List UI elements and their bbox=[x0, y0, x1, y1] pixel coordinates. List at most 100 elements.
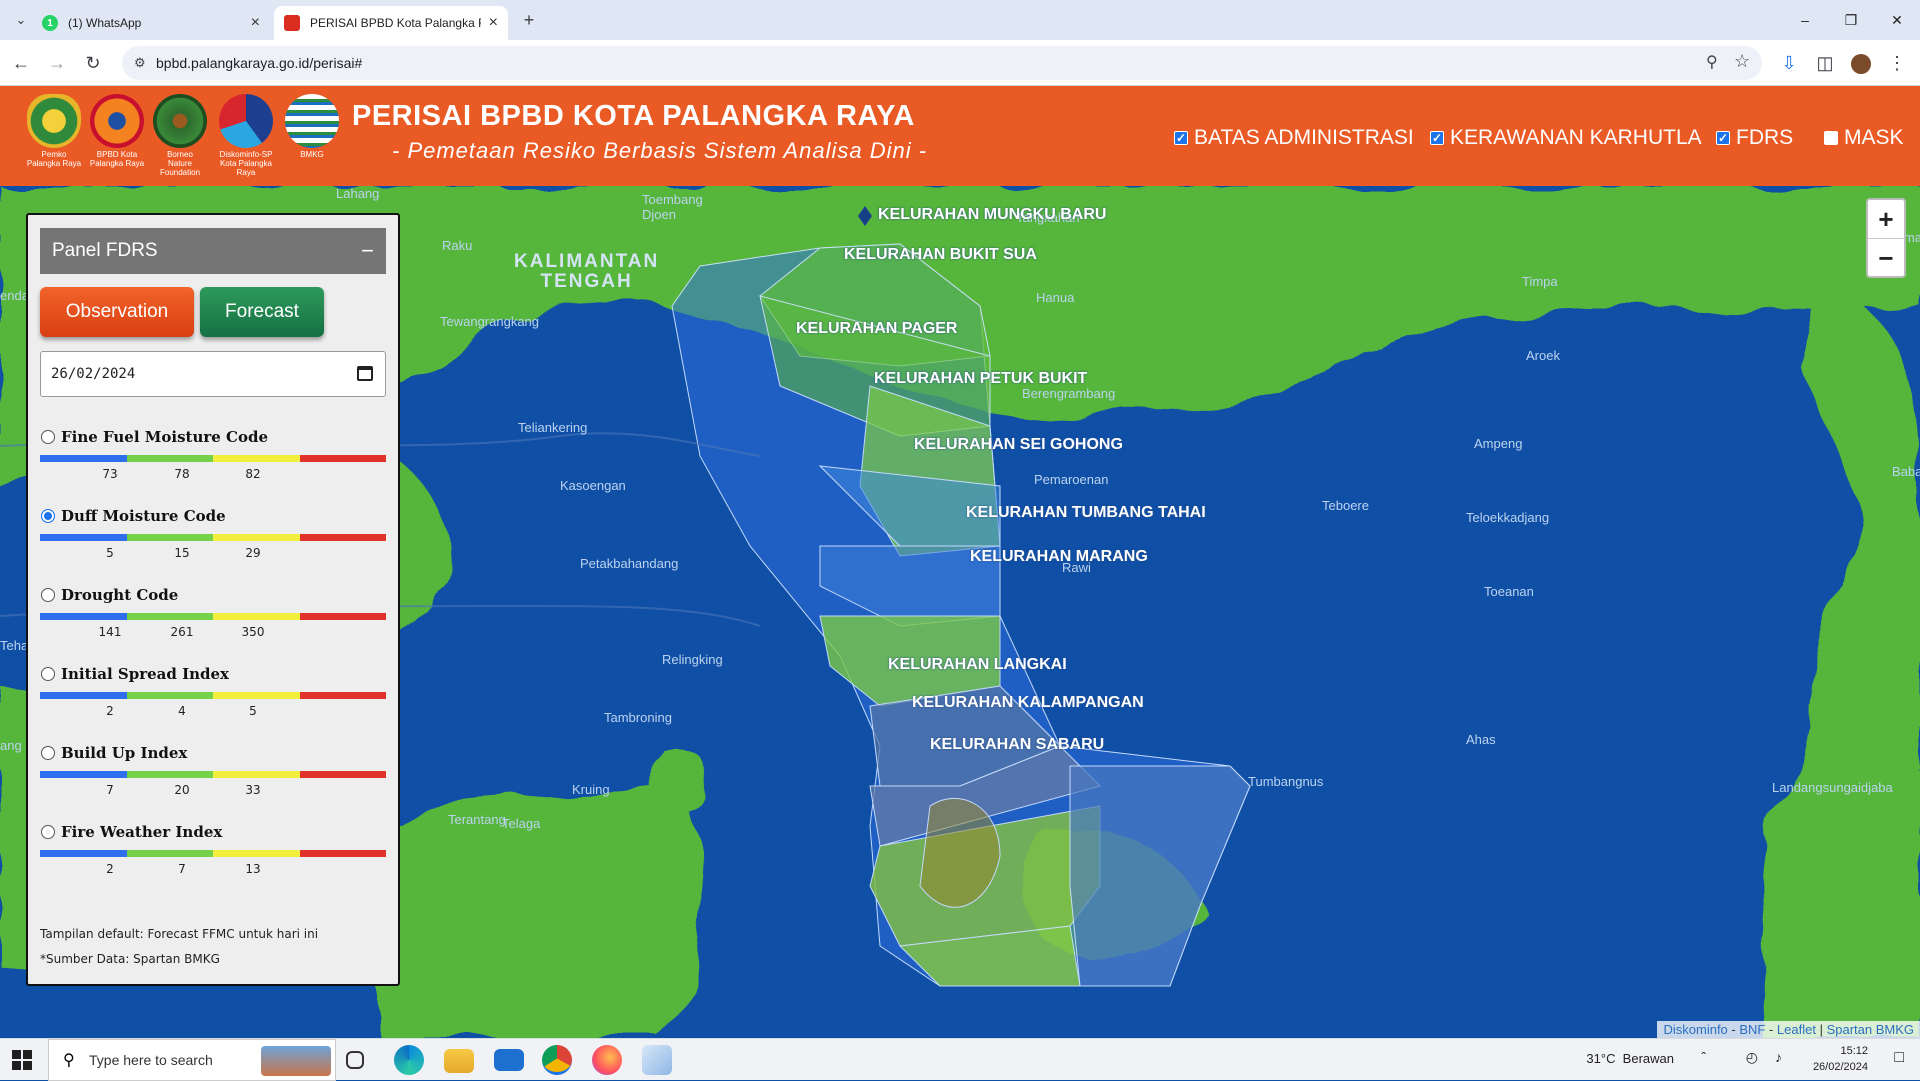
zoom-icon[interactable]: ⚲ bbox=[1706, 52, 1718, 72]
paint-icon[interactable] bbox=[642, 1045, 672, 1075]
kelurahan-label[interactable]: KELURAHAN SABARU bbox=[930, 736, 1104, 754]
back-icon[interactable]: ← bbox=[8, 50, 34, 76]
kelurahan-label[interactable]: KELURAHAN PETUK BUKIT bbox=[874, 370, 1087, 388]
index-row: Duff Moisture Code bbox=[40, 506, 386, 526]
fdrs-index-option[interactable]: Fine Fuel Moisture Code 73 78 82 bbox=[40, 427, 386, 482]
layer-toggle-batas-administrasi[interactable]: BATAS ADMINISTRASI bbox=[1174, 126, 1414, 150]
fdrs-index-option[interactable]: Fire Weather Index 2 7 13 bbox=[40, 822, 386, 877]
fdrs-index-option[interactable]: Drought Code 141 261 350 bbox=[40, 585, 386, 640]
default-view-note: Tampilan default: Forecast FFMC untuk ha… bbox=[40, 927, 319, 941]
index-radio[interactable] bbox=[41, 667, 55, 681]
close-tab-icon[interactable]: × bbox=[251, 14, 260, 32]
firefox-icon[interactable] bbox=[592, 1045, 622, 1075]
zoom-in-button[interactable]: + bbox=[1868, 200, 1904, 238]
date-input[interactable]: 26/02/2024 bbox=[40, 351, 386, 397]
kelurahan-label[interactable]: KELURAHAN TUMBANG TAHAI bbox=[966, 504, 1206, 522]
threshold-label: 7 bbox=[106, 783, 114, 797]
index-radio[interactable] bbox=[41, 430, 55, 444]
checkbox[interactable] bbox=[1174, 131, 1188, 145]
index-radio[interactable] bbox=[41, 588, 55, 602]
place-label: Kruing bbox=[572, 782, 610, 797]
reload-icon[interactable]: ↻ bbox=[80, 50, 106, 76]
index-row: Drought Code bbox=[40, 585, 386, 605]
windows-start-icon[interactable] bbox=[12, 1050, 32, 1070]
kelurahan-label[interactable]: KELURAHAN MARANG bbox=[970, 548, 1148, 566]
scale-segment bbox=[213, 455, 300, 462]
place-label: Landangsungaidjaba bbox=[1772, 780, 1893, 795]
tab-whatsapp[interactable]: 1 (1) WhatsApp × bbox=[32, 6, 270, 40]
kelurahan-label[interactable]: KELURAHAN LANGKAI bbox=[888, 656, 1067, 674]
minimize-icon[interactable]: – bbox=[1782, 8, 1828, 32]
site-info-icon[interactable]: ⚙ bbox=[134, 55, 146, 71]
app-header: Pemko Palangka Raya BPBD Kota Palangka R… bbox=[0, 86, 1920, 186]
calendar-icon[interactable] bbox=[357, 366, 373, 381]
edge-icon[interactable] bbox=[394, 1045, 424, 1075]
restore-icon[interactable]: ❐ bbox=[1828, 8, 1874, 32]
bpbd-emblem-icon bbox=[90, 94, 144, 148]
kelurahan-label[interactable]: KELURAHAN PAGER bbox=[796, 320, 957, 338]
close-tab-icon[interactable]: × bbox=[489, 14, 498, 32]
profile-avatar[interactable] bbox=[1848, 50, 1874, 76]
index-color-scale bbox=[40, 850, 386, 857]
data-source-note: *Sumber Data: Spartan BMKG bbox=[40, 952, 220, 966]
fdrs-index-option[interactable]: Duff Moisture Code 5 15 29 bbox=[40, 506, 386, 561]
attribution-link[interactable]: BNF bbox=[1739, 1022, 1765, 1037]
downloads-icon[interactable]: ⇩ bbox=[1776, 50, 1802, 76]
checkbox[interactable] bbox=[1430, 131, 1444, 145]
threshold-label: 5 bbox=[249, 704, 257, 718]
collapse-panel-button[interactable]: − bbox=[361, 228, 374, 274]
layer-label: BATAS ADMINISTRASI bbox=[1194, 126, 1414, 149]
address-bar[interactable]: ⚙ bpbd.palangkaraya.go.id/perisai# ⚲ ☆ bbox=[122, 46, 1762, 80]
checkbox[interactable] bbox=[1716, 131, 1730, 145]
scale-segment bbox=[299, 613, 386, 620]
zoom-out-button[interactable]: − bbox=[1868, 238, 1904, 276]
layer-toggle-kerawanan-karhutla[interactable]: KERAWANAN KARHUTLA bbox=[1430, 126, 1702, 150]
threshold-label: 2 bbox=[106, 704, 114, 718]
file-explorer-icon[interactable] bbox=[444, 1049, 474, 1073]
fdrs-index-option[interactable]: Build Up Index 7 20 33 bbox=[40, 743, 386, 798]
index-radio[interactable] bbox=[41, 746, 55, 760]
network-icon[interactable]: ◴ bbox=[1746, 1049, 1758, 1066]
place-label: Relingking bbox=[662, 652, 723, 667]
scale-segment bbox=[213, 850, 300, 857]
kelurahan-label[interactable]: KELURAHAN SEI GOHONG bbox=[914, 436, 1123, 454]
taskbar-search-box[interactable]: ⚲ Type here to search bbox=[48, 1039, 336, 1081]
index-radio[interactable] bbox=[41, 825, 55, 839]
browser-menu-icon[interactable]: ⋮ bbox=[1884, 50, 1910, 76]
chrome-icon[interactable] bbox=[542, 1045, 572, 1075]
kelurahan-label[interactable]: KELURAHAN MUNGKU BARU bbox=[878, 206, 1106, 224]
task-view-icon[interactable] bbox=[346, 1051, 364, 1069]
attribution-link[interactable]: Spartan BMKG bbox=[1827, 1022, 1914, 1037]
attribution-link[interactable]: Diskominfo bbox=[1663, 1022, 1727, 1037]
kelurahan-label[interactable]: KELURAHAN KALAMPANGAN bbox=[912, 694, 1144, 712]
index-radio[interactable] bbox=[41, 509, 55, 523]
layer-toggle-fdrs[interactable]: FDRS bbox=[1716, 126, 1793, 150]
logo-diskominfo: Diskominfo-SP Kota Palangka Raya bbox=[218, 94, 274, 177]
forward-icon[interactable]: → bbox=[44, 50, 70, 76]
tray-chevron-icon[interactable]: ˆ bbox=[1701, 1049, 1706, 1065]
index-thresholds: 7 20 33 bbox=[40, 778, 386, 798]
forecast-button[interactable]: Forecast bbox=[200, 287, 324, 337]
taskbar-clock[interactable]: 15:12 26/02/2024 bbox=[1813, 1043, 1868, 1075]
search-placeholder: Type here to search bbox=[89, 1052, 213, 1068]
close-window-icon[interactable]: ✕ bbox=[1874, 8, 1920, 32]
layer-toggle-mask[interactable]: MASK bbox=[1824, 126, 1904, 150]
checkbox[interactable] bbox=[1824, 131, 1838, 145]
tab-perisai[interactable]: PERISAI BPBD Kota Palangka Ra × bbox=[274, 6, 508, 40]
notification-icon[interactable]: □ bbox=[1894, 1049, 1904, 1067]
fdrs-index-option[interactable]: Initial Spread Index 2 4 5 bbox=[40, 664, 386, 719]
observation-button[interactable]: Observation bbox=[40, 287, 194, 337]
kelurahan-label[interactable]: KELURAHAN BUKIT SUA bbox=[844, 246, 1037, 264]
tab-search-icon[interactable]: ⌄ bbox=[8, 7, 34, 33]
bookmark-star-icon[interactable]: ☆ bbox=[1734, 51, 1750, 72]
bmkg-emblem-icon bbox=[285, 94, 339, 148]
attribution-link[interactable]: Leaflet bbox=[1777, 1022, 1816, 1037]
volume-icon[interactable]: ♪ bbox=[1775, 1049, 1782, 1065]
new-tab-icon[interactable]: + bbox=[516, 7, 542, 33]
place-label: Toembang Djoen bbox=[642, 192, 703, 222]
mail-icon[interactable] bbox=[494, 1049, 524, 1071]
index-thresholds: 2 4 5 bbox=[40, 699, 386, 719]
side-panel-icon[interactable]: ◫ bbox=[1812, 50, 1838, 76]
weather-text[interactable]: 31°C Berawan bbox=[1586, 1051, 1674, 1066]
index-color-scale bbox=[40, 692, 386, 699]
